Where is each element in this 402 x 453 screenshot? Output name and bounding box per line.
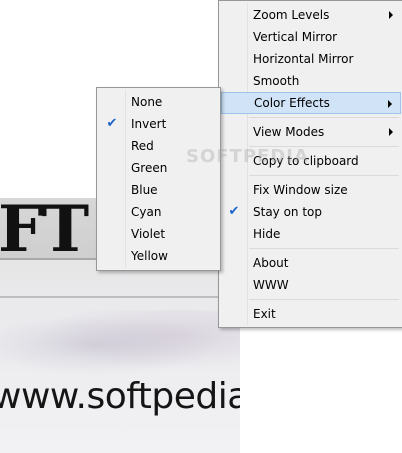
menu-item-label: Blue <box>131 183 158 197</box>
menu-item-label: Copy to clipboard <box>253 154 359 168</box>
menu-item-label: WWW <box>253 278 289 292</box>
submenu-item-none[interactable]: None <box>99 91 218 113</box>
menu-separator <box>249 117 399 118</box>
menu-item-label: Color Effects <box>254 96 330 110</box>
menu-item-label: Fix Window size <box>253 183 348 197</box>
submenu-arrow-icon <box>389 128 393 136</box>
menu-separator <box>249 175 399 176</box>
menu-item-color-effects[interactable]: Color Effects <box>221 92 401 114</box>
image-band-line <box>0 296 240 298</box>
menu-item-view-modes[interactable]: View Modes <box>221 121 401 143</box>
menu-item-label: Violet <box>131 227 166 241</box>
menu-item-label: None <box>131 95 163 109</box>
menu-item-label: Vertical Mirror <box>253 30 338 44</box>
menu-item-www[interactable]: WWW <box>221 274 401 296</box>
menu-item-copy-to-clipboard[interactable]: Copy to clipboard <box>221 150 401 172</box>
menu-item-label: Yellow <box>131 249 168 263</box>
submenu-item-green[interactable]: Green <box>99 157 218 179</box>
menu-item-zoom-levels[interactable]: Zoom Levels <box>221 4 401 26</box>
menu-item-label: View Modes <box>253 125 325 139</box>
menu-item-label: Stay on top <box>253 205 323 219</box>
menu-item-label: Red <box>131 139 154 153</box>
menu-item-label: Smooth <box>253 74 300 88</box>
menu-item-horizontal-mirror[interactable]: Horizontal Mirror <box>221 48 401 70</box>
submenu-arrow-icon <box>389 11 393 19</box>
menu-item-exit[interactable]: Exit <box>221 303 401 325</box>
menu-item-label: Cyan <box>131 205 162 219</box>
menu-item-label: Hide <box>253 227 281 241</box>
submenu-item-red[interactable]: Red <box>99 135 218 157</box>
menu-item-hide[interactable]: Hide <box>221 223 401 245</box>
menu-item-label: Zoom Levels <box>253 8 330 22</box>
checkmark-icon: ✔ <box>228 204 240 219</box>
menu-separator <box>249 299 399 300</box>
menu-item-fix-window-size[interactable]: Fix Window size <box>221 179 401 201</box>
menu-item-label: Green <box>131 161 168 175</box>
magnified-heading-text: FT <box>0 192 89 267</box>
submenu-item-violet[interactable]: Violet <box>99 223 218 245</box>
menu-item-about[interactable]: About <box>221 252 401 274</box>
menu-item-label: About <box>253 256 289 270</box>
menu-item-label: Exit <box>253 307 276 321</box>
menu-separator <box>249 146 399 147</box>
submenu-arrow-icon <box>388 100 392 108</box>
menu-item-stay-on-top[interactable]: ✔ Stay on top <box>221 201 401 223</box>
menu-separator <box>249 248 399 249</box>
submenu-item-cyan[interactable]: Cyan <box>99 201 218 223</box>
magnified-url-text: www.softpedia. <box>0 376 240 417</box>
context-menu: Zoom Levels Vertical Mirror Horizontal M… <box>218 0 402 328</box>
checkmark-icon: ✔ <box>106 116 118 131</box>
color-effects-submenu: None ✔ Invert Red Green Blue Cyan Violet… <box>96 87 221 271</box>
menu-item-label: Invert <box>131 117 167 131</box>
submenu-item-blue[interactable]: Blue <box>99 179 218 201</box>
submenu-item-yellow[interactable]: Yellow <box>99 245 218 267</box>
menu-item-vertical-mirror[interactable]: Vertical Mirror <box>221 26 401 48</box>
submenu-item-invert[interactable]: ✔ Invert <box>99 113 218 135</box>
menu-item-smooth[interactable]: Smooth <box>221 70 401 92</box>
menu-item-label: Horizontal Mirror <box>253 52 354 66</box>
image-noise <box>0 310 240 380</box>
